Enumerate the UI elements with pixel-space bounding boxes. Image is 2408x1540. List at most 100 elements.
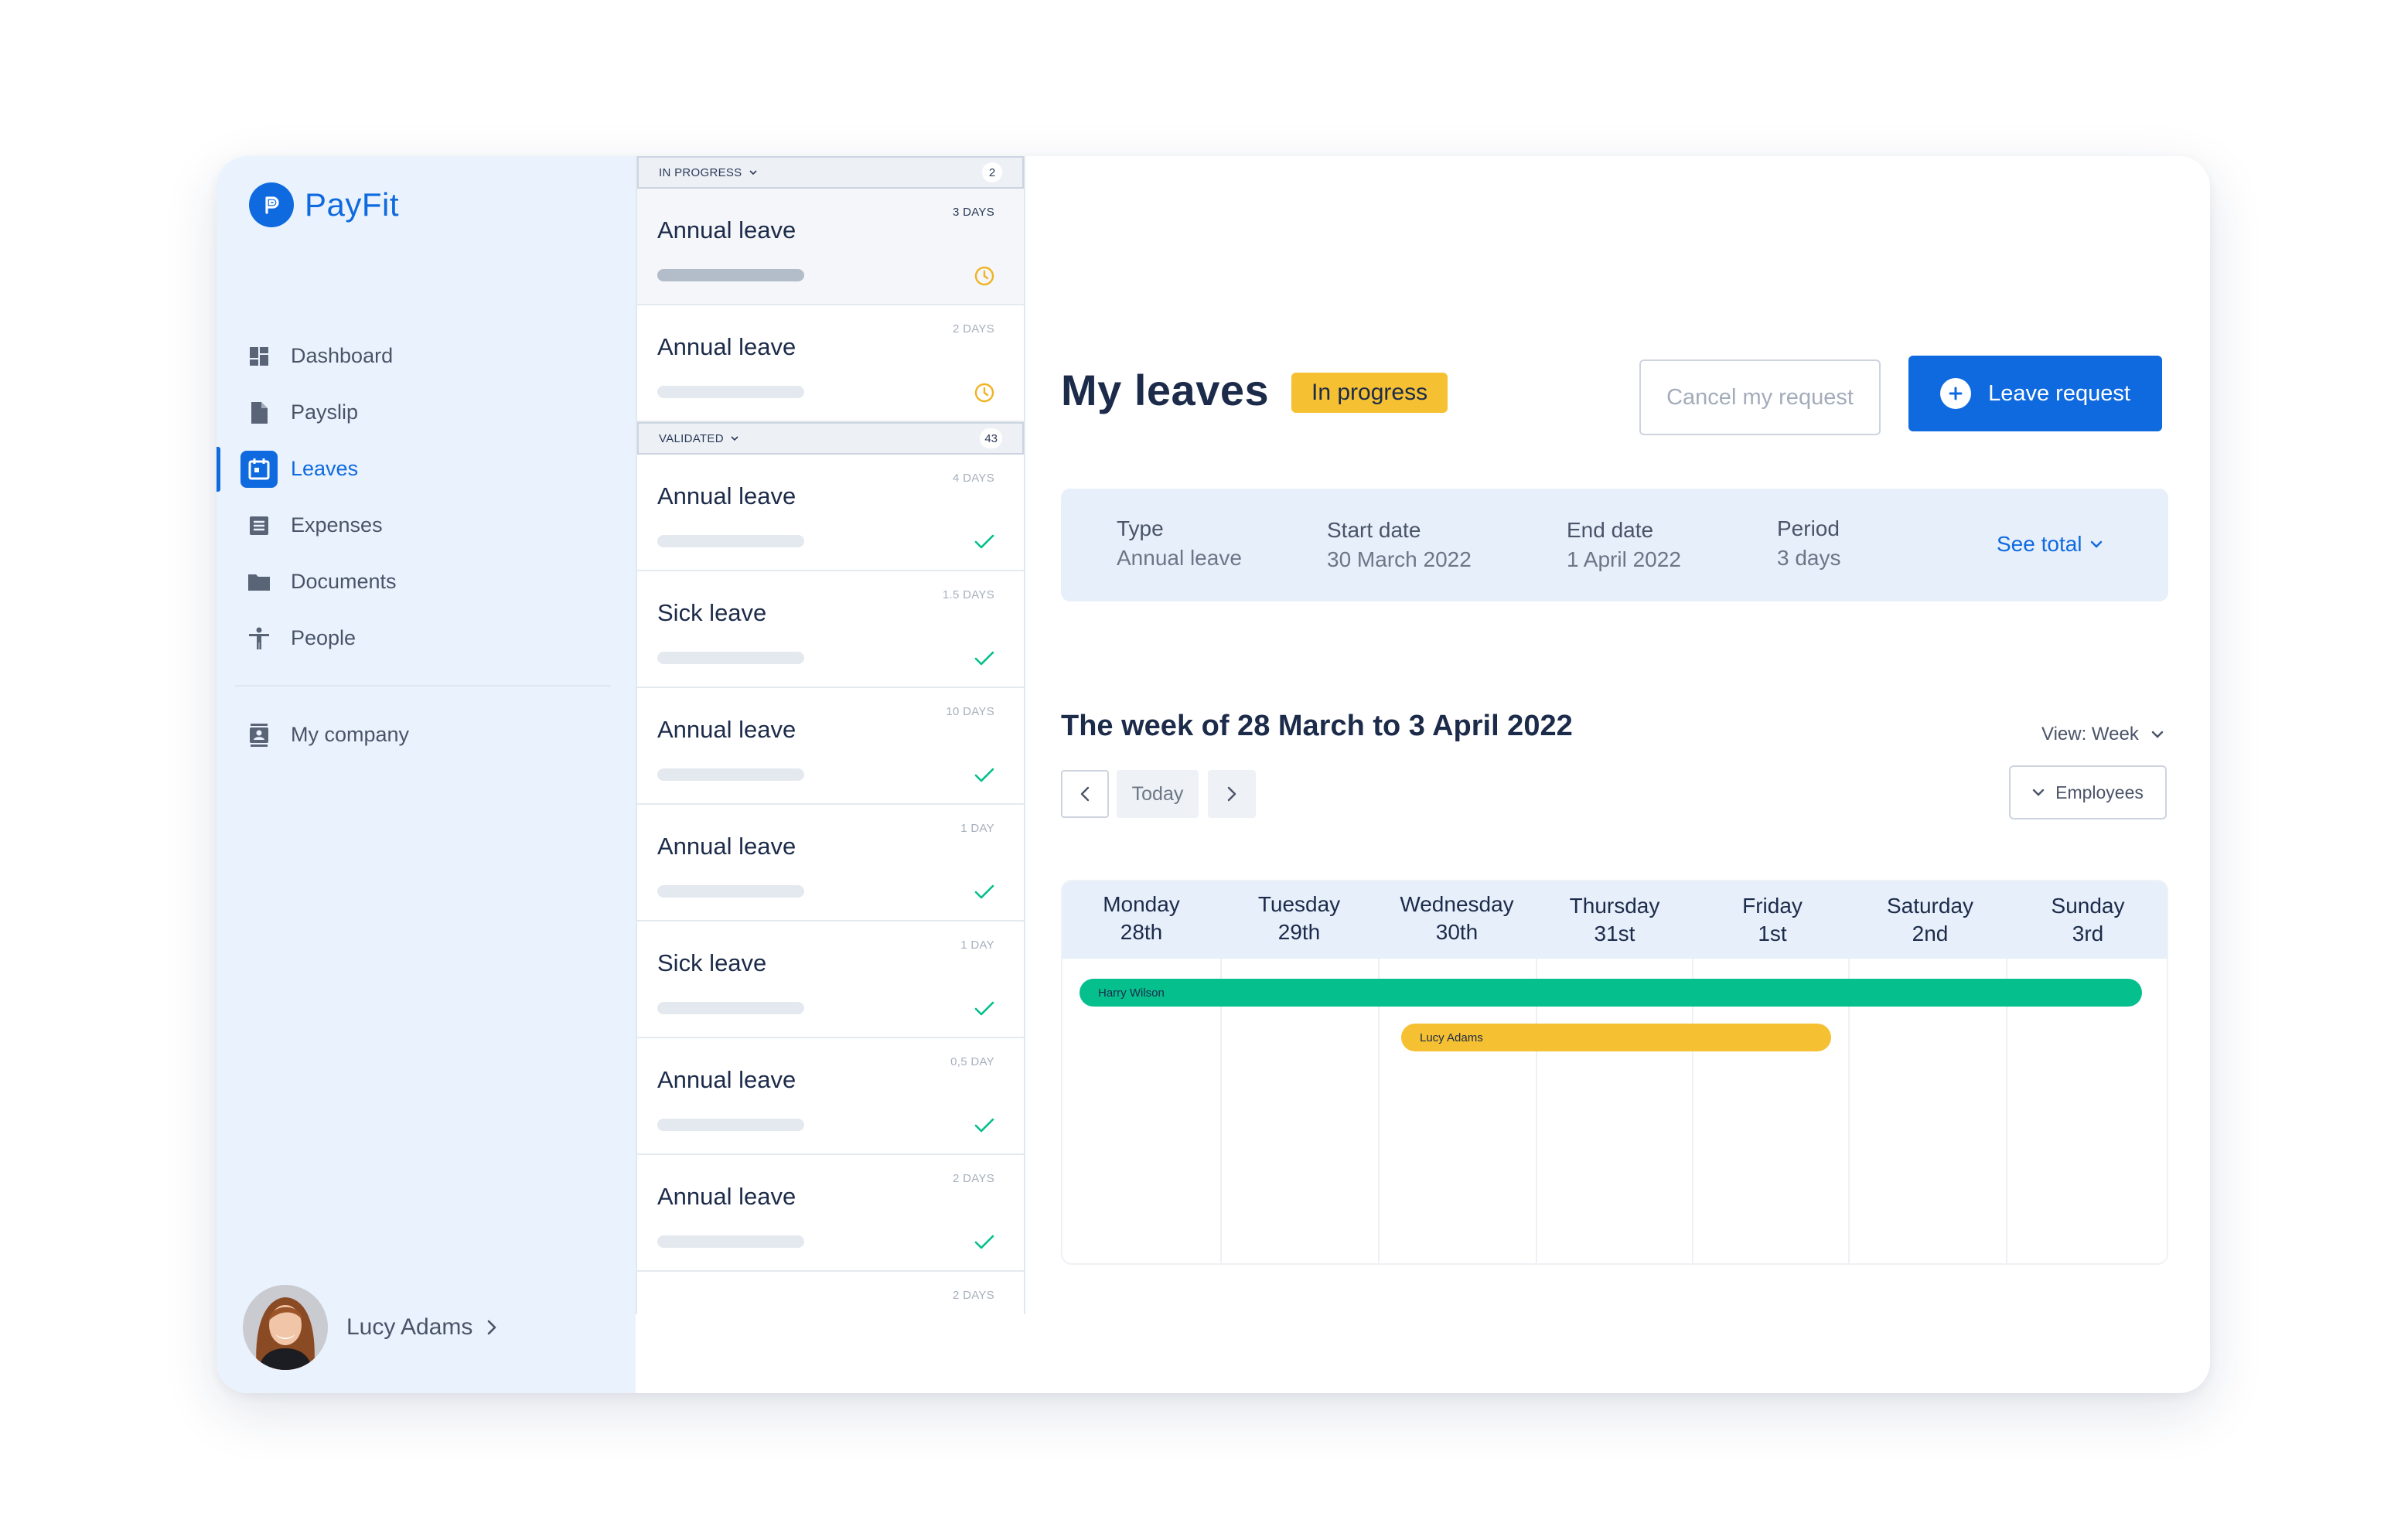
leave-card[interactable]: 4 DAYS Annual leave (637, 455, 1024, 571)
folder-icon (246, 569, 272, 595)
leave-card[interactable]: 2 DAYS Annual leave (637, 305, 1024, 422)
chevron-left-icon (1080, 786, 1090, 802)
leave-card[interactable]: 2 DAYS Annual leave (637, 1155, 1024, 1272)
summary-type: Type Annual leave (1117, 516, 1242, 571)
day-header-sunday: Sunday 3rd (2009, 892, 2167, 948)
view-select[interactable]: View: Week (2041, 724, 2164, 745)
check-icon (973, 1231, 996, 1254)
placeholder-bar (657, 768, 804, 781)
summary-end-date: End date 1 April 2022 (1567, 518, 1681, 572)
sidebar-item-label: Documents (291, 570, 397, 593)
today-button[interactable]: Today (1117, 770, 1199, 818)
group-header-in-progress[interactable]: IN PROGRESS 2 (637, 156, 1024, 189)
calendar-icon (240, 450, 278, 488)
avatar (243, 1285, 328, 1370)
day-header-tuesday: Tuesday 29th (1220, 891, 1378, 946)
dashboard-icon (246, 343, 272, 370)
chevron-down-icon (731, 436, 738, 441)
check-icon (973, 881, 996, 904)
leave-card[interactable]: 1 DAY Annual leave (637, 805, 1024, 922)
leave-request-button[interactable]: Leave request (1908, 356, 2162, 431)
clock-icon (973, 381, 996, 404)
leave-type: Annual leave (657, 216, 796, 244)
leave-card[interactable]: 1.5 DAYS Sick leave (637, 571, 1024, 688)
employees-label: Employees (2055, 782, 2144, 802)
group-label: IN PROGRESS (659, 165, 742, 179)
chevron-down-icon (2090, 540, 2102, 548)
leave-duration: 10 DAYS (946, 705, 994, 718)
summary-start-date: Start date 30 March 2022 (1327, 518, 1472, 572)
sidebar-item-documents[interactable]: Documents (217, 554, 636, 610)
day-name: Monday (1103, 892, 1180, 916)
chevron-down-icon (749, 170, 757, 175)
leave-type: Annual leave (657, 1183, 796, 1210)
sidebar-item-people[interactable]: People (217, 610, 636, 666)
check-icon (973, 1114, 996, 1137)
sidebar-item-expenses[interactable]: Expenses (217, 497, 636, 554)
summary-label: End date (1567, 518, 1654, 542)
sidebar-item-label: Dashboard (291, 344, 394, 367)
day-date: 31st (1594, 922, 1635, 945)
leave-card[interactable]: 0,5 DAY Annual leave (637, 1038, 1024, 1155)
day-name: Sunday (2051, 894, 2125, 918)
see-total-label: See total (1997, 532, 2082, 556)
leave-bar-harry-wilson[interactable]: Harry Wilson (1080, 979, 2142, 1007)
leave-duration: 1.5 DAYS (942, 588, 994, 601)
cancel-request-button[interactable]: Cancel my request (1639, 359, 1881, 435)
leave-duration: 2 DAYS (952, 1289, 994, 1302)
leave-type: Sick leave (657, 599, 767, 626)
placeholder-bar (657, 1002, 804, 1014)
employees-filter-button[interactable]: Employees (2009, 765, 2167, 819)
main-content: My leaves In progress Cancel my request … (1025, 156, 2210, 1393)
day-header-friday: Friday 1st (1693, 892, 1851, 948)
leave-type: Annual leave (657, 833, 796, 860)
previous-week-button[interactable] (1061, 770, 1109, 818)
day-header-thursday: Thursday 31st (1536, 892, 1693, 948)
sidebar-item-payslip[interactable]: Payslip (217, 384, 636, 441)
status-badge: In progress (1291, 373, 1448, 413)
brand-name: PayFit (305, 186, 400, 223)
leave-duration: 2 DAYS (952, 1172, 994, 1185)
leave-type: Annual leave (657, 1066, 796, 1093)
clock-icon (973, 264, 996, 288)
user-profile[interactable]: Lucy Adams (243, 1285, 497, 1370)
day-name: Saturday (1886, 894, 1974, 918)
group-header-validated[interactable]: VALIDATED 43 (637, 422, 1024, 455)
sidebar-item-leaves[interactable]: Leaves (217, 441, 636, 497)
leave-duration: 2 DAYS (952, 322, 994, 336)
summary-label: Type (1117, 516, 1164, 540)
sidebar-item-label: People (291, 626, 356, 649)
day-header-wednesday: Wednesday 30th (1378, 891, 1536, 946)
see-total-link[interactable]: See total (1997, 532, 2103, 557)
leave-duration: 4 DAYS (952, 472, 994, 485)
day-date: 28th (1120, 920, 1163, 944)
check-icon (973, 997, 996, 1020)
summary-value: 1 April 2022 (1567, 547, 1681, 571)
document-icon (246, 400, 272, 426)
leave-type: Annual leave (657, 716, 796, 743)
receipt-icon (246, 513, 272, 539)
leave-card[interactable]: 2 DAYS (637, 1272, 1024, 1314)
leave-type: Sick leave (657, 949, 767, 976)
leave-card[interactable]: 10 DAYS Annual leave (637, 688, 1024, 805)
summary-value: 3 days (1777, 546, 1841, 570)
leave-duration: 1 DAY (960, 822, 994, 835)
sidebar-item-dashboard[interactable]: Dashboard (217, 328, 636, 384)
sidebar-item-label: Expenses (291, 513, 383, 537)
check-icon (973, 530, 996, 554)
group-count: 43 (980, 428, 1002, 448)
day-date: 2nd (1912, 922, 1949, 945)
leave-duration: 0,5 DAY (950, 1055, 994, 1068)
leave-request-label: Leave request (1988, 380, 2130, 406)
chevron-right-icon (486, 1319, 497, 1336)
leave-card[interactable]: 1 DAY Sick leave (637, 922, 1024, 1038)
leave-card[interactable]: 3 DAYS Annual leave (637, 189, 1024, 305)
logo[interactable]: PayFit (249, 182, 399, 227)
placeholder-bar (657, 386, 804, 398)
leave-bar-lucy-adams[interactable]: Lucy Adams (1401, 1024, 1831, 1051)
summary-period: Period 3 days (1777, 516, 1841, 571)
sidebar-item-my-company[interactable]: My company (217, 707, 636, 763)
next-week-button[interactable] (1208, 770, 1256, 818)
view-select-label: View: Week (2041, 724, 2139, 744)
day-name: Thursday (1569, 894, 1660, 918)
